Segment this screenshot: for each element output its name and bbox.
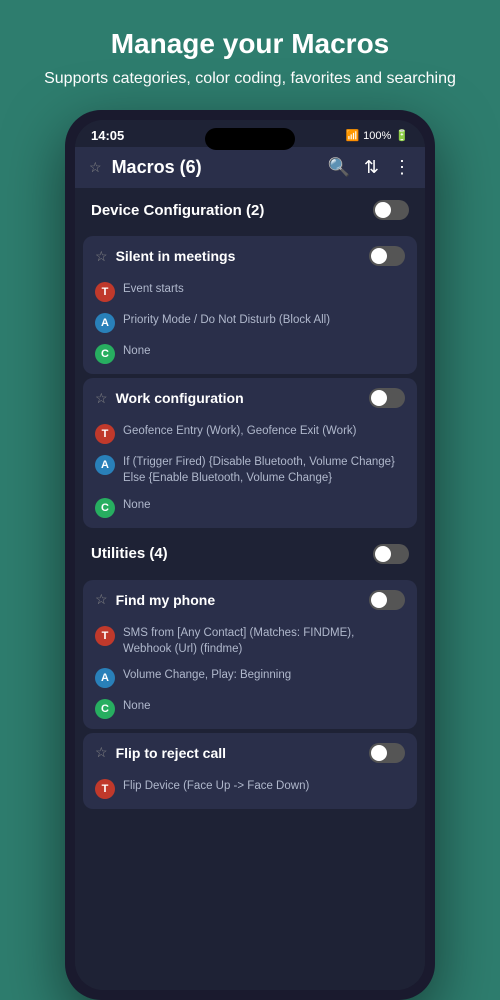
category-device-config-toggle[interactable] (373, 200, 409, 220)
collapse-button[interactable]: ⇅ (364, 157, 379, 178)
macro-work-config-star[interactable]: ☆ (95, 390, 108, 407)
condition-badge: C (95, 699, 115, 719)
macro-work-config-title: Work configuration (116, 390, 361, 406)
macro-silent-meetings: ☆ Silent in meetings T Event starts A Pr… (83, 236, 417, 374)
battery-icon: 100% (363, 130, 391, 142)
macro-silent-meetings-condition-row: C None (83, 338, 417, 374)
action-badge: A (95, 455, 115, 475)
app-bar: ☆ Macros (6) 🔍 ⇅ ⋮ (75, 147, 425, 188)
macro-find-phone-condition: None (123, 698, 405, 714)
promo-subtitle: Supports categories, color coding, favor… (44, 68, 456, 90)
promo-header: Manage your Macros Supports categories, … (14, 0, 486, 110)
macro-flip-reject-trigger: Flip Device (Face Up -> Face Down) (123, 778, 405, 794)
macro-work-config-toggle[interactable] (369, 388, 405, 408)
category-utilities-title: Utilities (4) (91, 545, 168, 562)
macro-flip-reject-trigger-row: T Flip Device (Face Up -> Face Down) (83, 773, 417, 809)
macro-find-phone-trigger: SMS from [Any Contact] (Matches: FINDME)… (123, 625, 405, 657)
dynamic-island (205, 128, 295, 150)
macro-flip-reject-title: Flip to reject call (116, 745, 361, 761)
macro-find-phone-action-row: A Volume Change, Play: Beginning (83, 662, 417, 693)
trigger-badge: T (95, 779, 115, 799)
category-utilities: Utilities (4) (75, 532, 425, 576)
macro-work-config: ☆ Work configuration T Geofence Entry (W… (83, 378, 417, 527)
macro-find-phone: ☆ Find my phone T SMS from [Any Contact]… (83, 580, 417, 729)
macro-silent-meetings-action: Priority Mode / Do Not Disturb (Block Al… (123, 312, 405, 328)
app-bar-actions: 🔍 ⇅ ⋮ (327, 157, 411, 178)
promo-title: Manage your Macros (44, 28, 456, 60)
trigger-badge: T (95, 282, 115, 302)
status-icons: 📶 100% 🔋 (345, 129, 409, 142)
macro-find-phone-condition-row: C None (83, 693, 417, 729)
macro-work-config-trigger: Geofence Entry (Work), Geofence Exit (Wo… (123, 423, 405, 439)
macro-find-phone-header: ☆ Find my phone (83, 580, 417, 620)
macro-silent-meetings-title: Silent in meetings (116, 248, 361, 264)
trigger-badge: T (95, 424, 115, 444)
phone-screen: 14:05 📶 100% 🔋 ☆ Macros (6) 🔍 ⇅ ⋮ (75, 120, 425, 990)
category-utilities-toggle[interactable] (373, 544, 409, 564)
macro-flip-reject: ☆ Flip to reject call T Flip Device (Fac… (83, 733, 417, 809)
macro-flip-reject-header: ☆ Flip to reject call (83, 733, 417, 773)
category-device-config: Device Configuration (2) (75, 188, 425, 232)
action-badge: A (95, 668, 115, 688)
macro-find-phone-action: Volume Change, Play: Beginning (123, 667, 405, 683)
macro-flip-reject-toggle[interactable] (369, 743, 405, 763)
macro-find-phone-star[interactable]: ☆ (95, 591, 108, 608)
macro-silent-meetings-action-row: A Priority Mode / Do Not Disturb (Block … (83, 307, 417, 338)
macro-silent-meetings-condition: None (123, 343, 405, 359)
macro-work-config-condition-row: C None (83, 492, 417, 528)
macro-silent-meetings-trigger: Event starts (123, 281, 405, 297)
macro-find-phone-title: Find my phone (116, 592, 361, 608)
macro-list: Device Configuration (2) ☆ Silent in mee… (75, 188, 425, 990)
macro-flip-reject-star[interactable]: ☆ (95, 744, 108, 761)
phone-frame: 14:05 📶 100% 🔋 ☆ Macros (6) 🔍 ⇅ ⋮ (65, 110, 435, 1000)
macro-work-config-action: If (Trigger Fired) {Disable Bluetooth, V… (123, 454, 405, 486)
macro-work-config-trigger-row: T Geofence Entry (Work), Geofence Exit (… (83, 418, 417, 449)
condition-badge: C (95, 498, 115, 518)
battery-full-icon: 🔋 (395, 129, 409, 142)
macro-work-config-header: ☆ Work configuration (83, 378, 417, 418)
trigger-badge: T (95, 626, 115, 646)
macro-silent-meetings-star[interactable]: ☆ (95, 248, 108, 265)
app-bar-title: Macros (6) (112, 157, 318, 178)
status-time: 14:05 (91, 128, 124, 143)
macro-silent-meetings-toggle[interactable] (369, 246, 405, 266)
macro-silent-meetings-header: ☆ Silent in meetings (83, 236, 417, 276)
search-button[interactable]: 🔍 (327, 157, 349, 178)
action-badge: A (95, 313, 115, 333)
macro-silent-meetings-trigger-row: T Event starts (83, 276, 417, 307)
macro-work-config-action-row: A If (Trigger Fired) {Disable Bluetooth,… (83, 449, 417, 491)
menu-button[interactable]: ⋮ (393, 157, 411, 178)
macro-find-phone-trigger-row: T SMS from [Any Contact] (Matches: FINDM… (83, 620, 417, 662)
wifi-icon: 📶 (345, 129, 359, 142)
category-device-config-title: Device Configuration (2) (91, 202, 264, 219)
macro-find-phone-toggle[interactable] (369, 590, 405, 610)
condition-badge: C (95, 344, 115, 364)
macro-work-config-condition: None (123, 497, 405, 513)
app-bar-star-icon: ☆ (89, 159, 102, 176)
